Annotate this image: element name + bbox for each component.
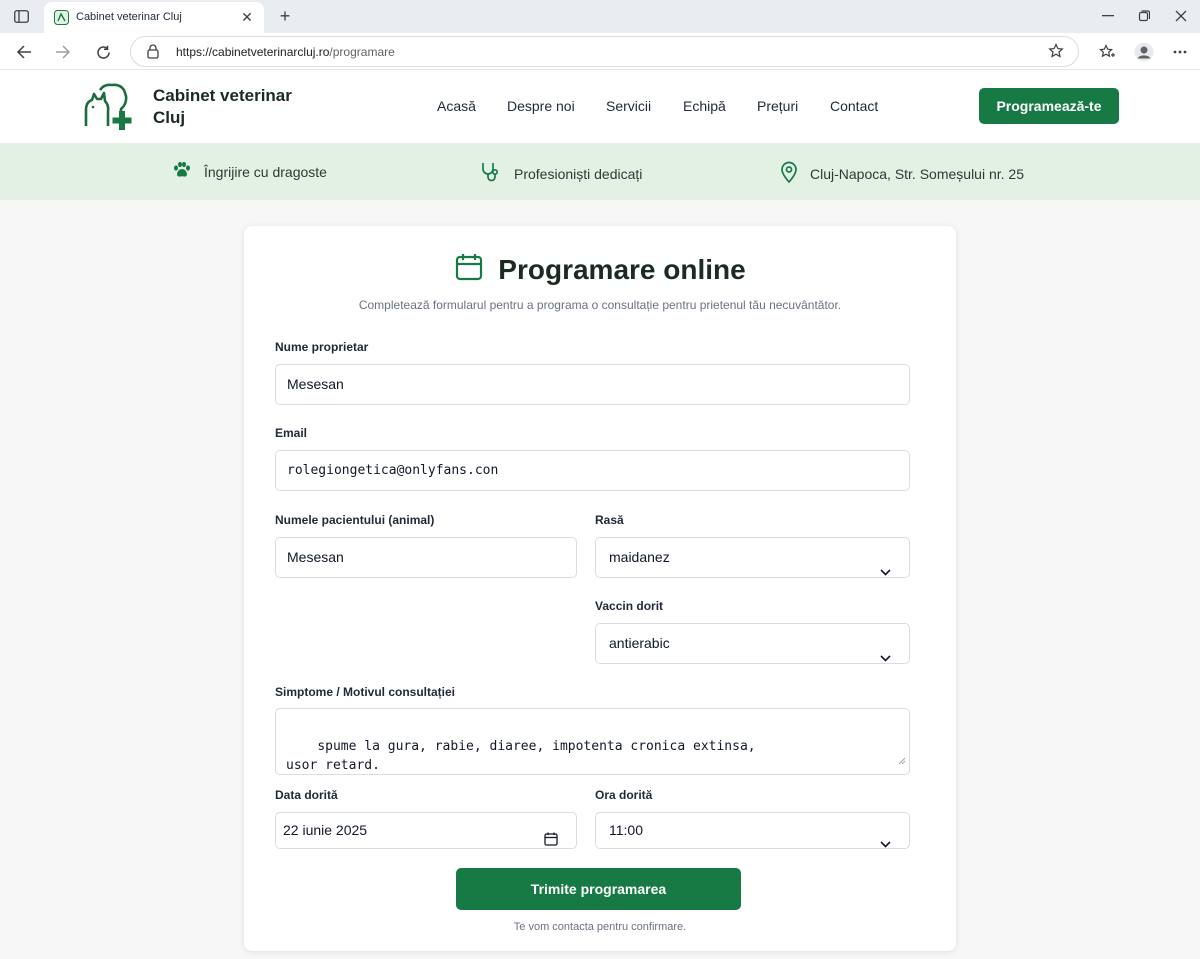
confirmation-note: Te vom contacta pentru confirmare.	[513, 921, 687, 933]
calendar-picker-icon[interactable]	[544, 824, 558, 859]
site-header: Cabinet veterinar Cluj Acasă Despre noi …	[0, 70, 1200, 143]
nav-acasa[interactable]: Acasă	[437, 98, 476, 114]
reload-icon[interactable]	[92, 41, 114, 63]
restore-icon[interactable]	[1133, 6, 1155, 26]
form-subtitle: Completează formularul pentru a programa…	[358, 298, 842, 312]
vaccine-label: Vaccin dorit	[595, 599, 664, 613]
breed-select[interactable]: maidanez	[595, 537, 910, 578]
favorites-icon[interactable]	[1096, 41, 1118, 63]
vaccine-value: antierabic	[609, 635, 670, 651]
book-appointment-button[interactable]: Programează-te	[979, 88, 1119, 124]
time-label: Ora dorită	[595, 788, 653, 802]
url-text: https://cabinetveterinarcluj.ro/programa…	[176, 45, 395, 59]
bookmark-star-icon[interactable]	[1048, 43, 1064, 64]
tab-title: Cabinet veterinar Cluj	[76, 11, 182, 23]
date-value: 22 iunie 2025	[283, 822, 368, 838]
resize-handle-icon[interactable]	[898, 752, 906, 771]
feature-text: Îngrijire cu dragoste	[204, 163, 327, 180]
lock-icon	[147, 44, 159, 64]
features-strip: Îngrijire cu dragoste Profesioniști dedi…	[0, 143, 1200, 200]
browser-tab-bar: Cabinet veterinar Cluj ✕ +	[0, 0, 1200, 33]
page-title: Programare online	[498, 253, 746, 285]
browser-toolbar: https://cabinetveterinarcluj.ro/programa…	[0, 33, 1200, 70]
brand-name[interactable]: Cabinet veterinar Cluj	[153, 85, 313, 129]
paw-icon	[172, 161, 192, 182]
sidebar-toggle-icon[interactable]	[10, 6, 32, 26]
tab-close-icon[interactable]: ✕	[238, 8, 256, 26]
vet-logo-icon[interactable]	[80, 82, 140, 132]
breed-value: maidanez	[609, 549, 670, 565]
patient-label: Numele pacientului (animal)	[275, 513, 435, 527]
browser-tab[interactable]: Cabinet veterinar Cluj ✕	[44, 2, 264, 33]
email-label: Email	[275, 426, 308, 440]
owner-name-input[interactable]: Mesesan	[275, 364, 910, 405]
site-favicon-icon	[54, 10, 69, 25]
time-select[interactable]: 11:00	[595, 812, 910, 849]
date-label: Data dorită	[275, 788, 338, 802]
nav-despre-noi[interactable]: Despre noi	[507, 98, 575, 114]
owner-label: Nume proprietar	[275, 340, 369, 354]
appointment-form-card: Programare online Completează formularul…	[244, 226, 956, 951]
chevron-down-icon	[880, 552, 891, 591]
time-value: 11:00	[609, 822, 643, 838]
patient-name-input[interactable]: Mesesan	[275, 537, 577, 578]
feature-text: Profesioniști dedicați	[514, 165, 643, 182]
chevron-down-icon	[880, 826, 891, 861]
nav-contact[interactable]: Contact	[830, 98, 878, 114]
breed-label: Rasă	[595, 513, 624, 527]
address-bar[interactable]: https://cabinetveterinarcluj.ro/programa…	[130, 36, 1079, 67]
nav-preturi[interactable]: Prețuri	[757, 98, 798, 114]
minimize-icon[interactable]	[1097, 6, 1119, 26]
feature-care: Îngrijire cu dragoste	[172, 161, 327, 182]
calendar-icon	[454, 252, 484, 287]
vaccine-select[interactable]: antierabic	[595, 623, 910, 664]
new-tab-icon[interactable]: +	[274, 5, 296, 27]
feature-location: Cluj-Napoca, Str. Someșului nr. 25	[780, 161, 1024, 186]
forward-icon[interactable]	[52, 41, 74, 63]
date-input[interactable]: 22 iunie 2025	[275, 812, 577, 849]
symptoms-value: spume la gura, rabie, diaree, impotenta …	[286, 739, 756, 773]
symptoms-label: Simptome / Motivul consultației	[275, 685, 456, 699]
feature-text: Cluj-Napoca, Str. Someșului nr. 25	[810, 165, 1024, 182]
profile-avatar-icon[interactable]	[1133, 41, 1155, 63]
chevron-down-icon	[880, 638, 891, 677]
map-pin-icon	[780, 161, 798, 186]
submit-appointment-button[interactable]: Trimite programarea	[456, 868, 741, 910]
more-menu-icon[interactable]	[1169, 41, 1191, 63]
email-input[interactable]: rolegiongetica@onlyfans.con	[275, 450, 910, 491]
symptoms-textarea[interactable]: spume la gura, rabie, diaree, impotenta …	[275, 708, 910, 775]
feature-professionals: Profesioniști dedicați	[480, 161, 642, 186]
url-path: /programare	[329, 45, 395, 59]
nav-echipa[interactable]: Echipă	[683, 98, 726, 114]
stethoscope-icon	[480, 161, 502, 186]
nav-servicii[interactable]: Servicii	[606, 98, 651, 114]
back-icon[interactable]	[13, 41, 35, 63]
close-window-icon[interactable]	[1170, 6, 1192, 26]
form-header: Programare online	[244, 252, 956, 287]
url-host: https://cabinetveterinarcluj.ro	[176, 45, 330, 59]
